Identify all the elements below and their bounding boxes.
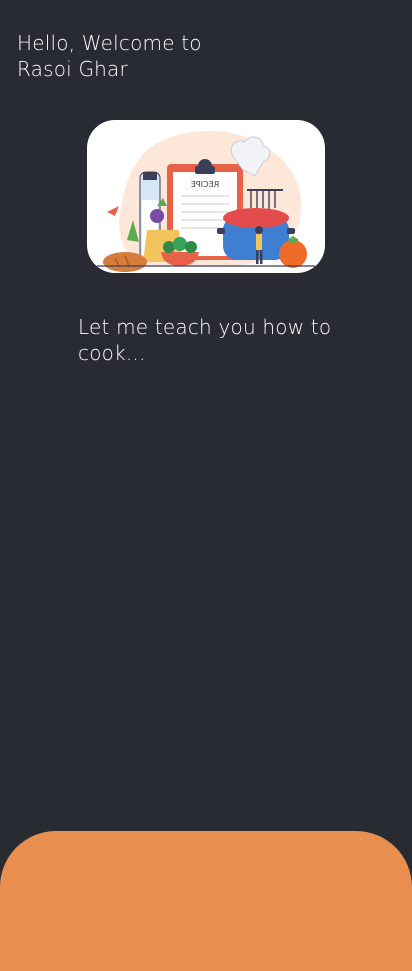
bottom-action-panel[interactable] xyxy=(0,831,412,971)
tagline-text: Let me teach you how to cook... xyxy=(78,315,332,365)
app-name: Rasoi Ghar xyxy=(17,57,128,81)
cooking-illustration: RECIPE xyxy=(97,130,315,272)
recipe-card-label: RECIPE xyxy=(191,180,219,189)
welcome-heading: Hello, Welcome to Rasoi Ghar xyxy=(17,30,257,82)
welcome-line-1: Hello, Welcome to xyxy=(17,31,202,55)
cooking-illustration-card: RECIPE xyxy=(87,120,325,273)
